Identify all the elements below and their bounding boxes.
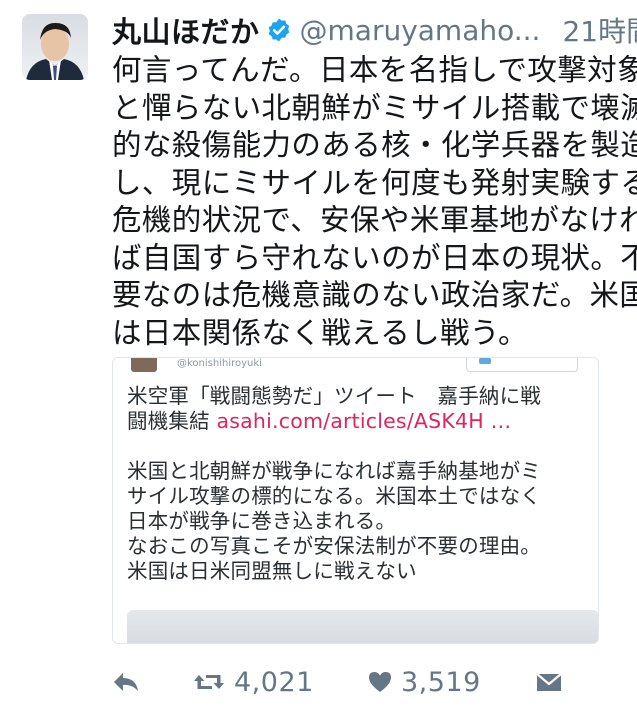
- author-handle[interactable]: @maruyamaho...: [300, 14, 541, 47]
- reply-icon: [114, 673, 138, 691]
- tweet-text-line: 要なのは危機意識のない政治家だ。米国: [112, 278, 637, 312]
- quoted-text-line: なおこの写真こそが安保法制が不要の理由。: [127, 534, 541, 558]
- envelope-icon: [536, 673, 562, 691]
- quoted-tweet-text: 米空軍「戦闘態勢だ」ツイート 嘉手納に戦 闘機集結 asahi.com/arti…: [127, 384, 592, 584]
- quoted-author-handle: @konishihiroyuki: [177, 358, 262, 369]
- quoted-follow-button: [466, 358, 578, 372]
- tweet-text-line: 危機的状況で、安保や米軍基地がなけれ: [112, 203, 637, 237]
- tweet-text-line: 何言ってんだ。日本を名指しで攻撃対象: [112, 53, 637, 87]
- tweet-text-line: ば自国すら守れないのが日本の現状。不: [112, 240, 637, 275]
- tweet-text-line: と憚らない北朝鮮がミサイル搭載で壊滅: [112, 90, 637, 125]
- article-link[interactable]: asahi.com/articles/ASK4H …: [217, 409, 512, 433]
- quoted-text-line: 闘機集結 asahi.com/articles/ASK4H …: [127, 409, 592, 434]
- like-button[interactable]: 3,519: [367, 667, 535, 698]
- tweet-header: 丸山ほだか @maruyamaho... 21時間: [112, 9, 637, 51]
- quoted-text-line: 米空軍「戦闘態勢だ」ツイート 嘉手納に戦: [127, 384, 541, 408]
- quoted-text-line: 米国は日米同盟無しに戦えない: [127, 559, 417, 583]
- tweet-text: 何言ってんだ。日本を名指しで攻撃対象 と憚らない北朝鮮がミサイル搭載で壊滅 的な…: [112, 52, 637, 352]
- quoted-photo: [127, 610, 598, 643]
- verified-badge-icon: [268, 18, 289, 42]
- tweet-text-line: し、現にミサイルを何度も発射実験する: [112, 165, 637, 200]
- quoted-tweet-image[interactable]: @konishihiroyuki 米空軍「戦闘態勢だ」ツイート 嘉手納に戦 闘機…: [112, 357, 599, 644]
- quoted-tweet-header: @konishihiroyuki: [113, 358, 598, 374]
- tweet-timestamp[interactable]: 21時間: [562, 10, 637, 50]
- like-count: 3,519: [401, 666, 481, 698]
- author-name[interactable]: 丸山ほだか: [112, 9, 260, 51]
- tweet-text-line: は日本関係なく戦えるし戦う。: [112, 315, 528, 350]
- reply-button[interactable]: [112, 671, 192, 693]
- quoted-text-line: サイル攻撃の標的になる。米国本土ではなく: [127, 484, 541, 508]
- retweet-count: 4,021: [234, 666, 314, 698]
- retweet-button[interactable]: 4,021: [192, 667, 367, 698]
- direct-message-button[interactable]: [535, 671, 563, 693]
- quoted-text-line: 米国と北朝鮮が戦争になれば嘉手納基地がミ: [127, 459, 541, 483]
- quoted-text-fragment: 闘機集結: [127, 409, 217, 433]
- quoted-author-avatar: [131, 358, 157, 372]
- retweet-icon: [194, 675, 224, 689]
- heart-icon: [369, 672, 391, 692]
- author-avatar[interactable]: [22, 14, 88, 80]
- quoted-text-line: 日本が戦争に巻き込まれる。: [127, 509, 397, 533]
- tweet-text-line: 的な殺傷能力のある核・化学兵器を製造: [112, 128, 637, 162]
- tweet-actions: 4,021 3,519: [112, 662, 617, 702]
